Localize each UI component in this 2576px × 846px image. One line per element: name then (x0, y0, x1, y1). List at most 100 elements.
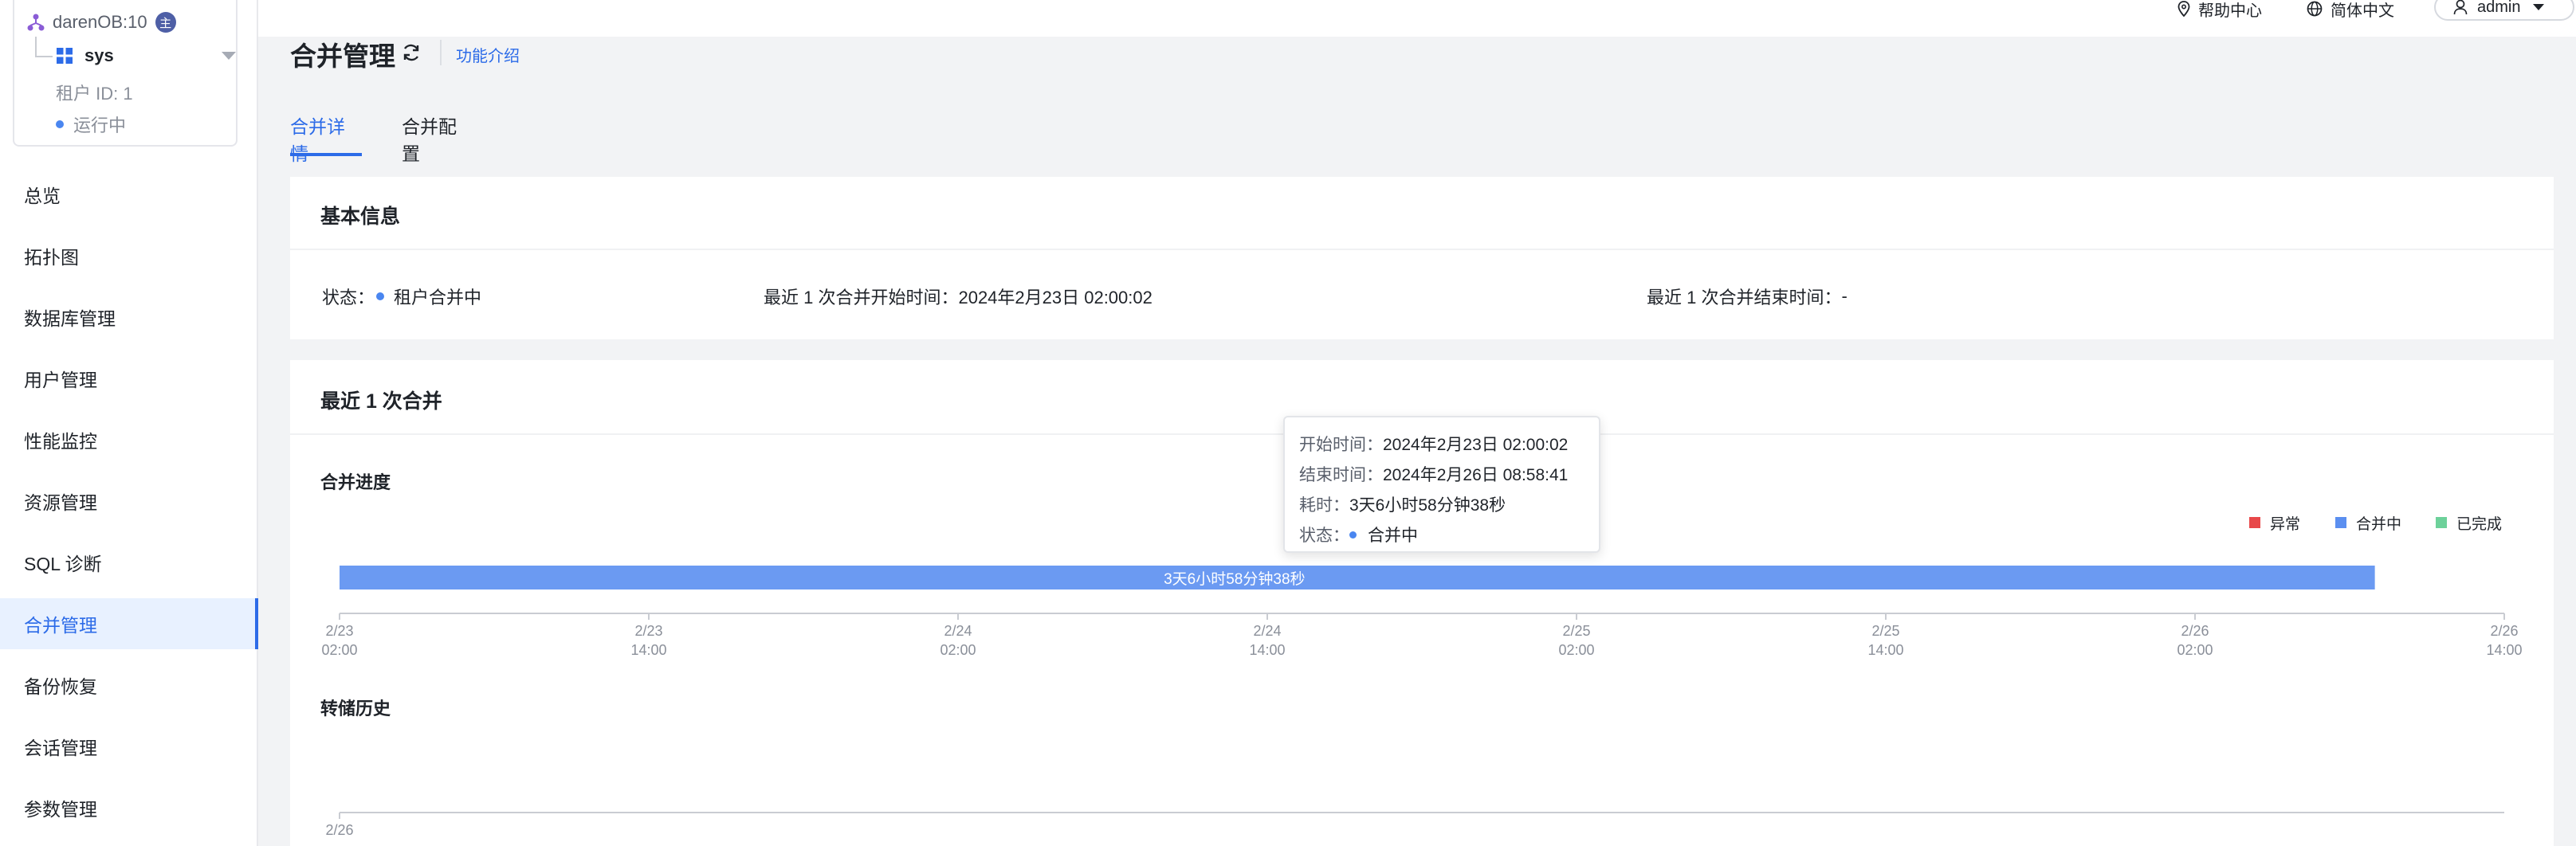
x-tick-date: 2/26 (2181, 623, 2209, 639)
sidebar-item-backup[interactable]: 备份恢复 (0, 660, 258, 711)
tooltip-start-row: 开始时间： 2024年2月23日 02:00:02 (1299, 429, 1584, 459)
basic-info-card: 基本信息 状态： 租户合并中 最近 1 次合并开始时间： 2024年2月23日 … (290, 177, 2554, 339)
tenant-id: 租户 ID: 1 (56, 84, 133, 104)
sidebar-item-sessions[interactable]: 会话管理 (0, 721, 258, 772)
user-menu[interactable]: admin (2434, 0, 2574, 21)
tooltip-start-label: 开始时间： (1299, 436, 1383, 454)
last-merge-title: 最近 1 次合并 (320, 390, 442, 413)
cluster-icon (27, 14, 45, 31)
status-dot-icon (376, 292, 385, 300)
feature-intro-link[interactable]: 功能介绍 (456, 43, 520, 66)
x-tick-date: 2/26 (2490, 623, 2518, 639)
chevron-down-icon[interactable] (222, 52, 236, 60)
x-tick-date: 2/24 (944, 623, 972, 639)
x-tick-time: 14:00 (2486, 642, 2522, 658)
cluster-row[interactable]: darenOB:10 主 (27, 10, 176, 35)
legend-item-error[interactable]: 异常 (2249, 513, 2301, 533)
x-tick-time: 14:00 (1867, 642, 1903, 658)
sidebar-item-merge[interactable]: 合并管理 (0, 598, 258, 649)
tooltip-duration-label: 耗时： (1299, 496, 1349, 515)
sidebar-nav: 总览 拓扑图 数据库管理 用户管理 性能监控 资源管理 SQL 诊断 合并管理 … (0, 169, 258, 844)
tooltip-end-label: 结束时间： (1299, 466, 1383, 484)
sidebar-item-database[interactable]: 数据库管理 (0, 292, 258, 343)
legend-label: 异常 (2270, 515, 2301, 533)
legend-label: 已完成 (2456, 515, 2503, 533)
tooltip-end-value: 2024年2月26日 08:58:41 (1383, 466, 1569, 484)
bar-duration-label: 3天6小时58分钟38秒 (1164, 570, 1305, 588)
basic-info-title: 基本信息 (320, 206, 401, 228)
tenant-switcher-card[interactable]: darenOB:10 主 sys 租户 ID: 1 运行中 (13, 0, 238, 147)
legend-item-merging[interactable]: 合并中 (2335, 513, 2402, 533)
x-tick-date: 2/25 (1562, 623, 1590, 639)
language-label: 简体中文 (2331, 2, 2394, 20)
legend-swatch (2249, 517, 2260, 528)
legend-swatch (2335, 517, 2346, 528)
sidebar-item-label: 总览 (24, 186, 61, 206)
x-tick-date: 2/24 (1253, 623, 1281, 639)
sidebar: darenOB:10 主 sys 租户 ID: 1 运行中 总览 拓扑图 数据库… (0, 0, 258, 846)
sidebar-item-label: SQL 诊断 (24, 554, 102, 574)
x-tick-time: 14:00 (630, 642, 666, 658)
sidebar-item-label: 合并管理 (24, 615, 97, 636)
tooltip-start-value: 2024年2月23日 02:00:02 (1383, 436, 1569, 454)
help-center-label: 帮助中心 (2198, 2, 2262, 20)
x-tick-time: 02:00 (1558, 642, 1594, 658)
x-tick-date: 2/23 (325, 623, 353, 639)
user-icon (2453, 0, 2468, 15)
status-value: 租户合并中 (394, 288, 482, 307)
last-merge-start: 最近 1 次合并开始时间： 2024年2月23日 02:00:02 (764, 284, 1153, 309)
tooltip-status-label: 状态： (1299, 527, 1349, 545)
primary-role-badge: 主 (155, 12, 176, 33)
sidebar-item-topology[interactable]: 拓扑图 (0, 230, 258, 281)
refresh-icon[interactable] (400, 41, 422, 64)
cluster-name: darenOB:10 (53, 12, 147, 32)
merge-progress-label: 合并进度 (320, 472, 391, 492)
x-tick-time: 02:00 (940, 642, 976, 658)
sidebar-item-users[interactable]: 用户管理 (0, 353, 258, 404)
sidebar-item-label: 参数管理 (24, 799, 97, 820)
tab-merge-config[interactable]: 合并配置 (402, 112, 473, 164)
sidebar-item-parameters[interactable]: 参数管理 (0, 782, 258, 833)
sidebar-item-label: 会话管理 (24, 738, 97, 758)
top-bar: 帮助中心 简体中文 admin (258, 0, 2576, 37)
page-title: 合并管理 (290, 41, 395, 71)
status-dot-icon (56, 120, 64, 128)
globe-icon (2307, 1, 2323, 17)
caret-down-icon (2533, 4, 2545, 10)
sidebar-item-sql-diagnosis[interactable]: SQL 诊断 (0, 537, 258, 588)
tenant-grid-icon (57, 48, 73, 64)
last-start-value: 2024年2月23日 02:00:02 (958, 288, 1153, 307)
x-tick-time: 14:00 (1249, 642, 1285, 658)
sidebar-item-label: 资源管理 (24, 492, 97, 513)
language-switcher[interactable]: 简体中文 (2307, 0, 2394, 20)
last-end-label: 最近 1 次合并结束时间： (1647, 288, 1842, 307)
tooltip-duration-row: 耗时： 3天6小时58分钟38秒 (1299, 489, 1584, 519)
sidebar-item-performance[interactable]: 性能监控 (0, 414, 258, 465)
legend-label: 合并中 (2356, 515, 2402, 533)
help-center-link[interactable]: 帮助中心 (2177, 0, 2262, 20)
legend-item-completed[interactable]: 已完成 (2436, 513, 2503, 533)
last-start-label: 最近 1 次合并开始时间： (764, 288, 959, 307)
x-tick-time: 02:00 (321, 642, 357, 658)
last-merge-end: 最近 1 次合并结束时间： - (1647, 284, 1848, 309)
sidebar-item-label: 数据库管理 (24, 308, 116, 329)
tenant-selector[interactable]: sys (56, 43, 236, 69)
sidebar-item-overview[interactable]: 总览 (0, 169, 258, 220)
merge-progress-chart: 3天6小时58分钟38秒 2/23 02:00 2/23 14:00 2/24 02:00 2… (321, 566, 2523, 658)
tree-connector (35, 37, 53, 57)
status-dot-icon (1349, 531, 1357, 539)
sidebar-item-resources[interactable]: 资源管理 (0, 476, 258, 527)
tab-merge-details[interactable]: 合并详情 (290, 112, 362, 164)
tenant-status-text: 运行中 (73, 116, 127, 135)
sidebar-item-label: 备份恢复 (24, 676, 97, 697)
x-tick-date: 2/26 (325, 822, 353, 838)
last-end-value: - (1841, 286, 1848, 306)
tooltip-status-row: 状态： 合并中 (1299, 519, 1584, 550)
tooltip-end-row: 结束时间： 2024年2月26日 08:58:41 (1299, 459, 1584, 489)
location-pin-icon (2177, 1, 2190, 17)
sidebar-item-label: 性能监控 (24, 431, 97, 452)
dump-history-chart: 2/26 (325, 812, 2504, 838)
tenant-name: sys (84, 45, 114, 65)
merge-status: 状态： 租户合并中 (322, 284, 481, 309)
status-label: 状态： (322, 288, 375, 307)
